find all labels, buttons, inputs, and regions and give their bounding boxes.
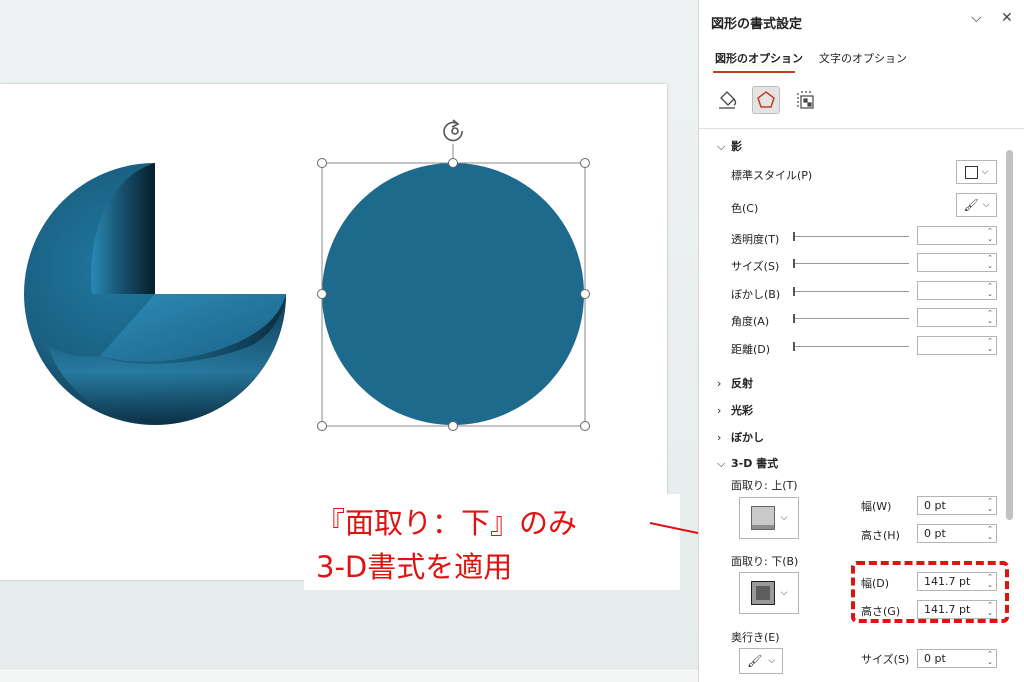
distance-input[interactable]: ⌃ ⌄ <box>917 336 997 355</box>
effects-icon[interactable] <box>752 86 780 114</box>
distance-slider[interactable] <box>793 342 909 351</box>
preset-dropdown[interactable]: ⌵ <box>956 160 997 184</box>
chevron-down-icon: ⌵ <box>768 656 776 666</box>
depth-size-value: 0 pt <box>924 652 946 665</box>
angle-label: 角度(A) <box>731 315 770 328</box>
preset-square-icon <box>964 165 978 179</box>
size-input[interactable]: ⌃ ⌄ <box>917 253 997 272</box>
section-shadow[interactable]: ⌵ 影 <box>717 138 742 154</box>
tab-text-options[interactable]: 文字のオプション <box>819 50 907 66</box>
color-dropdown[interactable]: 🖌 ⌵ <box>956 193 997 217</box>
spin-arrows-icon[interactable]: ⌃ ⌄ <box>987 309 993 325</box>
top-height-value: 0 pt <box>924 527 946 540</box>
transparency-label: 透明度(T) <box>731 233 780 246</box>
spin-arrows-icon[interactable]: ⌃ ⌄ <box>987 227 993 243</box>
depth-label: 奥行き(E) <box>731 631 780 644</box>
section-reflection[interactable]: › 反射 <box>717 375 753 391</box>
depth-size-label: サイズ(S) <box>861 653 910 666</box>
highlight-box <box>851 561 1009 623</box>
section-3d-format-label: 3-D 書式 <box>731 457 779 470</box>
spin-arrows-icon[interactable]: ⌃ ⌄ <box>987 254 993 270</box>
section-soft-edges[interactable]: › ぼかし <box>717 429 764 445</box>
depth-size-input[interactable]: 0 pt ⌃ ⌄ <box>917 649 997 668</box>
depth-color-dropdown[interactable]: 🖌 ⌵ <box>739 648 783 674</box>
top-height-label: 高さ(H) <box>861 529 900 542</box>
bottom-bevel-dropdown[interactable]: ⌵ <box>739 572 799 614</box>
active-tab-indicator <box>713 71 795 73</box>
chevron-down-icon[interactable]: ⌵ <box>971 10 982 26</box>
paint-bucket-icon: 🖌 <box>746 654 763 668</box>
chevron-down-icon: ⌵ <box>982 200 990 210</box>
spin-arrows-icon[interactable]: ⌃ ⌄ <box>987 337 993 353</box>
size-slider[interactable] <box>793 259 909 268</box>
chevron-down-icon: ⌵ <box>780 513 788 523</box>
fill-line-icon[interactable] <box>713 86 741 114</box>
section-3d-format[interactable]: ⌵ 3-D 書式 <box>717 455 778 471</box>
section-soft-edges-label: ぼかし <box>731 431 764 444</box>
tab-shape-options[interactable]: 図形のオプション <box>715 50 803 66</box>
angle-slider[interactable] <box>793 314 909 323</box>
size-properties-icon[interactable] <box>792 86 820 114</box>
size-label: サイズ(S) <box>731 260 780 273</box>
top-width-input[interactable]: 0 pt ⌃ ⌄ <box>917 496 997 515</box>
top-bevel-dropdown[interactable]: ⌵ <box>739 497 799 539</box>
angle-input[interactable]: ⌃ ⌄ <box>917 308 997 327</box>
top-width-value: 0 pt <box>924 499 946 512</box>
section-shadow-label: 影 <box>731 140 742 153</box>
top-width-label: 幅(W) <box>861 500 892 513</box>
spin-arrows-icon[interactable]: ⌃ ⌄ <box>987 497 993 513</box>
transparency-slider[interactable] <box>793 232 909 241</box>
blur-label: ぼかし(B) <box>731 288 781 301</box>
pane-title: 図形の書式設定 <box>711 17 803 32</box>
blur-input[interactable]: ⌃ ⌄ <box>917 281 997 300</box>
section-glow[interactable]: › 光彩 <box>717 402 753 418</box>
top-bevel-label: 面取り: 上(T) <box>731 479 798 492</box>
spin-arrows-icon[interactable]: ⌃ ⌄ <box>987 525 993 541</box>
blur-slider[interactable] <box>793 287 909 296</box>
section-reflection-label: 反射 <box>731 377 753 390</box>
pane-scrollbar[interactable] <box>1006 150 1013 520</box>
bottom-bevel-label: 面取り: 下(B) <box>731 555 799 568</box>
spin-arrows-icon[interactable]: ⌃ ⌄ <box>987 282 993 298</box>
section-glow-label: 光彩 <box>731 404 753 417</box>
pane-divider <box>699 128 1024 129</box>
transparency-input[interactable]: ⌃ ⌄ <box>917 226 997 245</box>
close-icon[interactable]: ✕ <box>1001 10 1013 26</box>
preset-label: 標準スタイル(P) <box>731 169 813 182</box>
paint-bucket-icon: 🖌 <box>963 198 979 212</box>
bevel-preview-icon <box>750 581 775 605</box>
spin-arrows-icon[interactable]: ⌃ ⌄ <box>987 650 993 666</box>
chevron-down-icon: ⌵ <box>780 588 788 598</box>
bevel-preview-icon <box>750 506 775 530</box>
distance-label: 距離(D) <box>731 343 771 356</box>
color-label: 色(C) <box>731 202 759 215</box>
top-height-input[interactable]: 0 pt ⌃ ⌄ <box>917 524 997 543</box>
chevron-down-icon: ⌵ <box>981 167 989 177</box>
